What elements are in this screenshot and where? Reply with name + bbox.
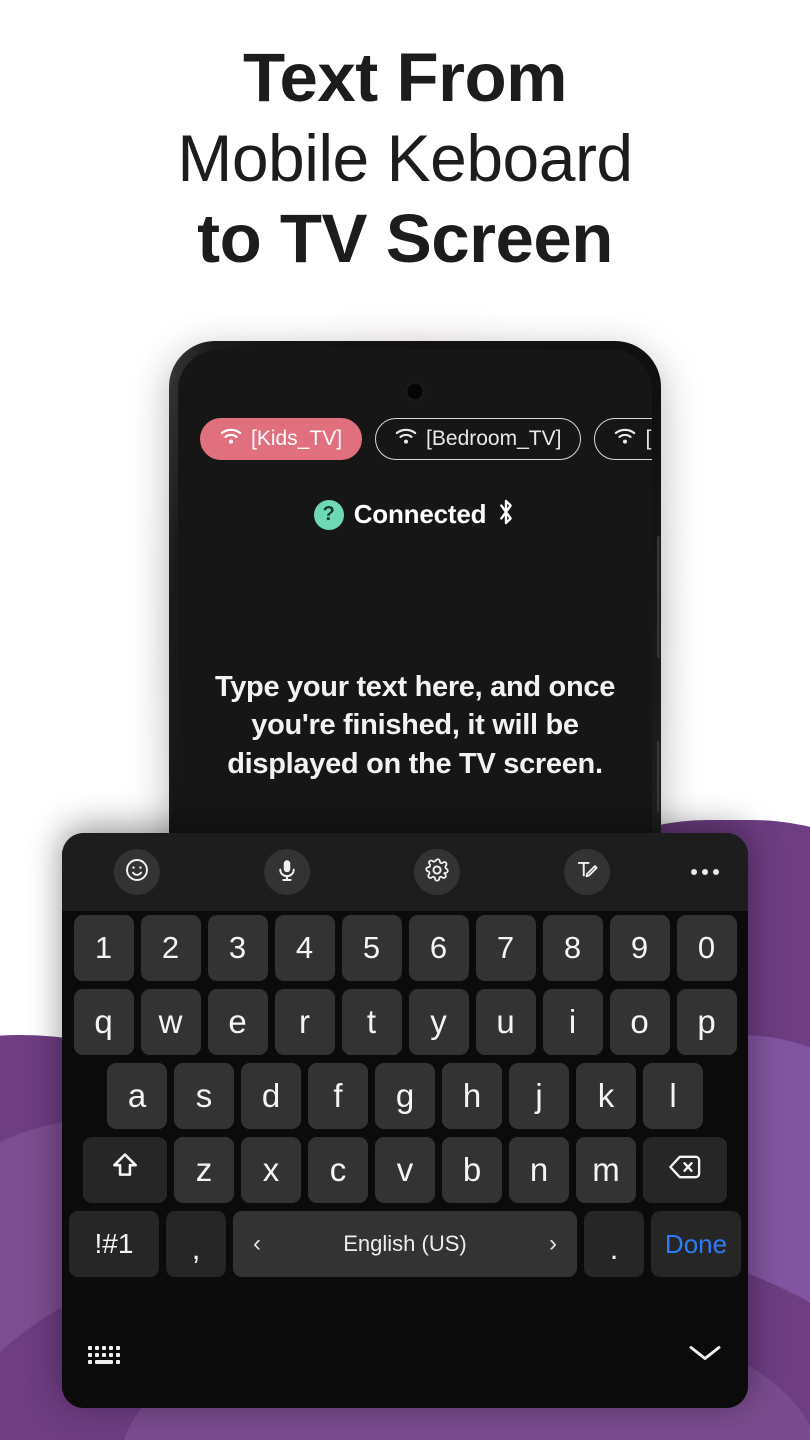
symbols-key[interactable]: !#1 bbox=[69, 1211, 159, 1277]
key-f[interactable]: f bbox=[308, 1063, 368, 1129]
period-key[interactable]: . bbox=[584, 1211, 644, 1277]
status-text: Connected bbox=[353, 499, 487, 529]
next-language-icon[interactable]: › bbox=[549, 1232, 557, 1256]
volume-button[interactable] bbox=[657, 536, 661, 658]
gear-icon bbox=[424, 857, 450, 888]
overflow-icon-dot bbox=[713, 869, 719, 875]
emoji-button[interactable] bbox=[114, 849, 160, 895]
hide-keyboard-button[interactable] bbox=[688, 1342, 722, 1369]
device-chip-label: [Pa bbox=[645, 427, 652, 450]
handwriting-icon bbox=[574, 857, 600, 888]
key-2[interactable]: 2 bbox=[140, 915, 201, 981]
key-3[interactable]: 3 bbox=[207, 915, 268, 981]
key-d[interactable]: d bbox=[241, 1063, 301, 1129]
keyboard-key-rows: 1 2 3 4 5 6 7 8 9 0 q w e r t y u i o p … bbox=[62, 915, 748, 1285]
more-options-button[interactable] bbox=[662, 869, 748, 875]
key-v[interactable]: v bbox=[375, 1137, 435, 1203]
key-u[interactable]: u bbox=[475, 989, 536, 1055]
overflow-icon-dot bbox=[702, 869, 708, 875]
headline-line-1: Text From bbox=[243, 39, 567, 116]
key-n[interactable]: n bbox=[509, 1137, 569, 1203]
device-chip-label: [Bedroom_TV] bbox=[426, 427, 562, 450]
key-e[interactable]: e bbox=[207, 989, 268, 1055]
key-5[interactable]: 5 bbox=[341, 915, 402, 981]
key-k[interactable]: k bbox=[576, 1063, 636, 1129]
text-input-placeholder[interactable]: Type your text here, and once you're fin… bbox=[204, 668, 626, 783]
key-8[interactable]: 8 bbox=[542, 915, 603, 981]
key-l[interactable]: l bbox=[643, 1063, 703, 1129]
key-0[interactable]: 0 bbox=[676, 915, 737, 981]
shift-icon bbox=[109, 1150, 141, 1190]
key-y[interactable]: y bbox=[408, 989, 469, 1055]
key-x[interactable]: x bbox=[241, 1137, 301, 1203]
keyboard-row-bottom-letters: z x c v b n m bbox=[62, 1137, 748, 1203]
voice-input-button[interactable] bbox=[264, 849, 310, 895]
key-7[interactable]: 7 bbox=[475, 915, 536, 981]
key-p[interactable]: p bbox=[676, 989, 737, 1055]
key-s[interactable]: s bbox=[174, 1063, 234, 1129]
key-q[interactable]: q bbox=[73, 989, 134, 1055]
status-badge[interactable]: ? bbox=[313, 499, 344, 530]
comma-key[interactable]: , bbox=[166, 1211, 226, 1277]
on-screen-keyboard: 1 2 3 4 5 6 7 8 9 0 q w e r t y u i o p … bbox=[62, 833, 748, 1408]
key-z[interactable]: z bbox=[174, 1137, 234, 1203]
key-g[interactable]: g bbox=[375, 1063, 435, 1129]
key-w[interactable]: w bbox=[140, 989, 201, 1055]
page-title: Text From Mobile Keboard to TV Screen bbox=[0, 42, 810, 274]
device-chip-kids-tv[interactable]: [Kids_TV] bbox=[200, 418, 363, 460]
key-h[interactable]: h bbox=[442, 1063, 502, 1129]
device-chip-partial[interactable]: [Pa bbox=[594, 418, 652, 460]
microphone-icon bbox=[274, 857, 300, 888]
prev-language-icon[interactable]: ‹ bbox=[253, 1232, 261, 1256]
space-key[interactable]: ‹ English (US) › bbox=[233, 1211, 577, 1277]
key-i[interactable]: i bbox=[542, 989, 603, 1055]
wifi-icon bbox=[614, 427, 636, 451]
headline-line-2: Mobile Keboard bbox=[177, 121, 633, 196]
done-key[interactable]: Done bbox=[651, 1211, 741, 1277]
handwriting-button[interactable] bbox=[564, 849, 610, 895]
key-r[interactable]: r bbox=[274, 989, 335, 1055]
device-chip-row: [Kids_TV] [Bedroom_TV] [ bbox=[200, 418, 652, 460]
keyboard-row-home: a s d f g h j k l bbox=[62, 1063, 748, 1129]
key-1[interactable]: 1 bbox=[73, 915, 134, 981]
key-b[interactable]: b bbox=[442, 1137, 502, 1203]
key-4[interactable]: 4 bbox=[274, 915, 335, 981]
backspace-key[interactable] bbox=[643, 1137, 727, 1203]
front-camera bbox=[405, 382, 425, 401]
key-o[interactable]: o bbox=[609, 989, 670, 1055]
shift-key[interactable] bbox=[83, 1137, 167, 1203]
keyboard-layout-icon[interactable] bbox=[88, 1346, 126, 1364]
emoji-icon bbox=[124, 857, 150, 888]
power-button[interactable] bbox=[657, 741, 661, 813]
poster-root: Text From Mobile Keboard to TV Screen [K… bbox=[0, 0, 810, 1440]
space-language-label: English (US) bbox=[343, 1231, 467, 1256]
keyboard-bottom-bar bbox=[62, 1318, 748, 1408]
key-9[interactable]: 9 bbox=[609, 915, 670, 981]
key-a[interactable]: a bbox=[107, 1063, 167, 1129]
keyboard-row-top: q w e r t y u i o p bbox=[62, 989, 748, 1055]
keyboard-row-function: !#1 , ‹ English (US) › . Done bbox=[62, 1211, 748, 1277]
key-j[interactable]: j bbox=[509, 1063, 569, 1129]
wifi-icon bbox=[220, 427, 242, 451]
bluetooth-icon bbox=[496, 498, 516, 531]
device-chip-label: [Kids_TV] bbox=[251, 427, 343, 450]
settings-button[interactable] bbox=[414, 849, 460, 895]
keyboard-row-numbers: 1 2 3 4 5 6 7 8 9 0 bbox=[62, 915, 748, 981]
keyboard-toolbar bbox=[62, 833, 748, 911]
key-c[interactable]: c bbox=[308, 1137, 368, 1203]
headline-line-3: to TV Screen bbox=[197, 200, 613, 278]
key-t[interactable]: t bbox=[341, 989, 402, 1055]
backspace-icon bbox=[668, 1151, 702, 1189]
key-6[interactable]: 6 bbox=[408, 915, 469, 981]
wifi-icon bbox=[395, 427, 417, 451]
key-m[interactable]: m bbox=[576, 1137, 636, 1203]
overflow-icon-dot bbox=[691, 869, 697, 875]
connection-status: ? Connected bbox=[178, 498, 652, 531]
device-chip-bedroom-tv[interactable]: [Bedroom_TV] bbox=[375, 418, 582, 460]
